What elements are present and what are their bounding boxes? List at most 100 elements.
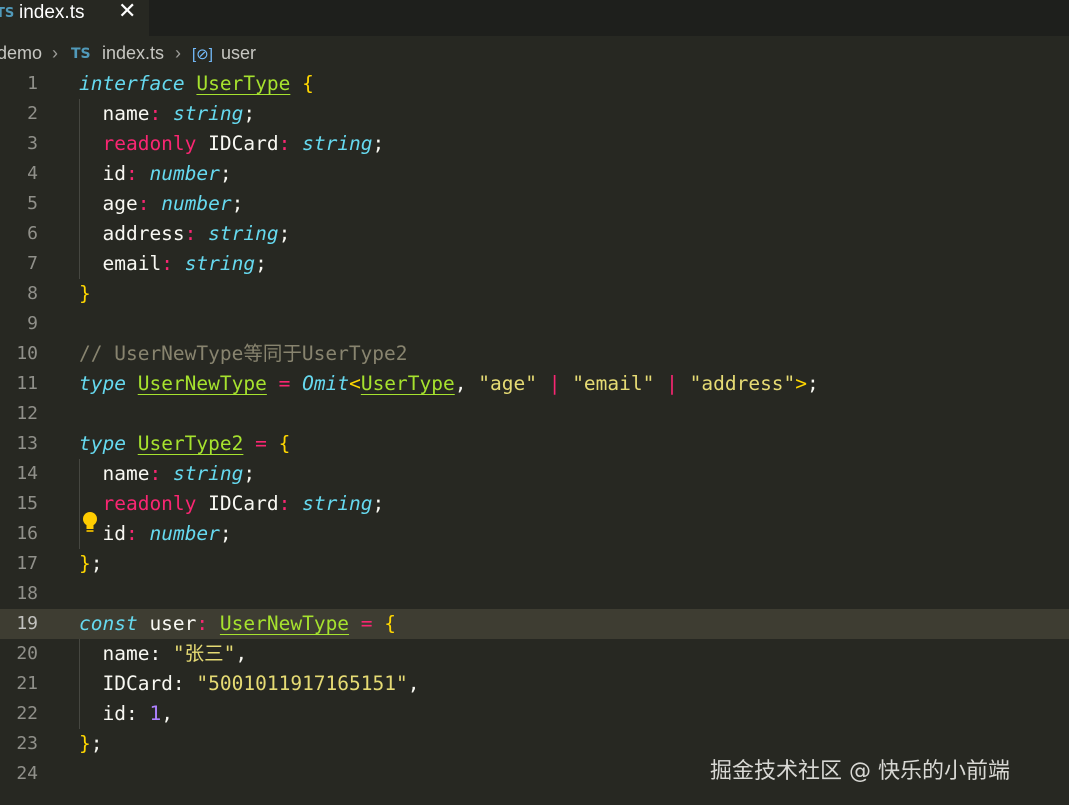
- chevron-right-icon: ›: [175, 43, 181, 63]
- code-text: type UserType2 = {: [79, 429, 290, 459]
- variable-symbol-icon: [⊘]: [192, 46, 213, 63]
- code-line[interactable]: 6 address: string;: [0, 219, 1069, 249]
- line-number: 18: [16, 583, 38, 604]
- code-token: interface: [79, 72, 185, 95]
- code-line[interactable]: 18: [0, 579, 1069, 609]
- line-number: 8: [27, 283, 38, 304]
- line-number: 4: [27, 163, 38, 184]
- code-token: UserNewType: [219, 612, 350, 635]
- code-line[interactable]: 19 const user: UserNewType = {: [0, 609, 1069, 639]
- code-token: number: [149, 522, 220, 545]
- code-token: ;: [90, 732, 103, 755]
- breadcrumb: demo › TS index.ts › [⊘] user: [0, 36, 1069, 70]
- breadcrumb-folder[interactable]: demo: [0, 43, 42, 64]
- code-text: id: 1,: [79, 699, 172, 729]
- code-token: string: [172, 462, 244, 485]
- breadcrumb-file[interactable]: index.ts: [102, 43, 164, 64]
- code-token: {: [302, 72, 314, 95]
- code-line[interactable]: 9: [0, 309, 1069, 339]
- code-token: UserType2: [137, 432, 244, 455]
- code-line[interactable]: 2 name: string;: [0, 99, 1069, 129]
- breadcrumb-symbol[interactable]: user: [221, 43, 256, 64]
- code-line[interactable]: 7 email: string;: [0, 249, 1069, 279]
- line-number: 15: [16, 493, 38, 514]
- code-token: :: [125, 522, 138, 545]
- code-token: id:: [79, 702, 150, 725]
- code-token: "age": [478, 372, 537, 395]
- code-token: ;: [219, 522, 232, 545]
- code-token: address: [79, 222, 185, 245]
- code-line[interactable]: 14 name: string;: [0, 459, 1069, 489]
- code-line[interactable]: 17};: [0, 549, 1069, 579]
- code-line[interactable]: 8}: [0, 279, 1069, 309]
- code-token: UserType: [360, 372, 455, 395]
- code-text: IDCard: "5001011917165151",: [79, 669, 419, 699]
- watermark: 掘金技术社区 @ 快乐的小前端: [710, 759, 1010, 784]
- code-line[interactable]: 12: [0, 399, 1069, 429]
- code-token: number: [149, 162, 220, 185]
- code-token: name: [79, 102, 150, 125]
- line-number: 9: [27, 313, 38, 334]
- code-line[interactable]: 4 id: number;: [0, 159, 1069, 189]
- code-token: "address": [689, 372, 796, 395]
- code-token: ;: [255, 252, 267, 275]
- code-token: IDCard: [196, 492, 279, 515]
- code-token: ;: [243, 102, 256, 125]
- code-line[interactable]: 16 id: number;: [0, 519, 1069, 549]
- code-token: type: [79, 372, 126, 395]
- code-line[interactable]: 21 IDCard: "5001011917165151",: [0, 669, 1069, 699]
- line-number: 5: [27, 193, 38, 214]
- typescript-file-icon: TS: [71, 46, 91, 62]
- code-token: >: [795, 372, 808, 395]
- code-text: const user: UserNewType = {: [79, 609, 396, 639]
- code-line[interactable]: 3 readonly IDCard: string;: [0, 129, 1069, 159]
- code-text: // UserNewType等同于UserType2: [79, 339, 408, 369]
- code-token: :: [149, 462, 162, 485]
- code-token: ;: [278, 222, 291, 245]
- code-token: }: [79, 282, 91, 305]
- code-token: type: [79, 432, 126, 455]
- code-token: 1: [149, 702, 162, 725]
- code-editor[interactable]: 1 interface UserType {2 name: string; 3 re…: [0, 69, 1069, 805]
- line-number: 3: [27, 133, 38, 154]
- code-text: address: string;: [79, 219, 290, 249]
- code-token: ;: [90, 552, 103, 575]
- line-number: 12: [16, 403, 38, 424]
- code-line[interactable]: 15 readonly IDCard: string;: [0, 489, 1069, 519]
- code-token: const: [79, 612, 138, 635]
- code-line[interactable]: 20 name: "张三",: [0, 639, 1069, 669]
- tab-index-ts[interactable]: TS index.ts ✕: [0, 0, 149, 36]
- code-line[interactable]: 5 age: number;: [0, 189, 1069, 219]
- code-token: <: [349, 372, 361, 395]
- code-text: readonly IDCard: string;: [79, 129, 384, 159]
- code-line[interactable]: 13 type UserType2 = {: [0, 429, 1069, 459]
- code-token: :: [278, 132, 291, 155]
- code-token: =: [278, 372, 291, 395]
- code-token: }: [79, 732, 91, 755]
- code-token: ;: [372, 132, 385, 155]
- code-line[interactable]: 22 id: 1,: [0, 699, 1069, 729]
- code-line[interactable]: 10 // UserNewType等同于UserType2: [0, 339, 1069, 369]
- lightbulb-icon[interactable]: [80, 510, 100, 536]
- code-line[interactable]: 11 type UserNewType = Omit<UserType, "age…: [0, 369, 1069, 399]
- line-number: 22: [16, 703, 38, 724]
- code-line[interactable]: 1 interface UserType {: [0, 69, 1069, 99]
- code-token: :: [278, 492, 291, 515]
- code-text: id: number;: [79, 519, 232, 549]
- code-token: :: [196, 612, 209, 635]
- code-token: IDCard:: [79, 672, 197, 695]
- close-icon[interactable]: ✕: [118, 0, 136, 24]
- tab-bar: TS index.ts ✕: [0, 0, 1069, 36]
- code-text: age: number;: [79, 189, 243, 219]
